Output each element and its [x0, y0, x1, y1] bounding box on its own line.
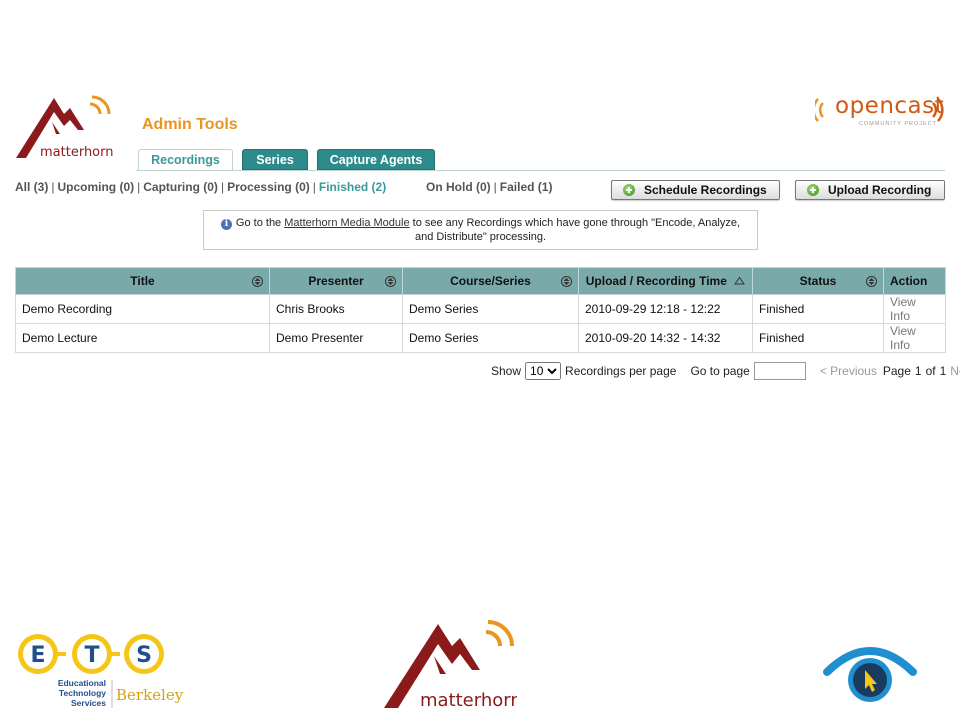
svg-text:Berkeley: Berkeley — [116, 686, 184, 704]
svg-text:S: S — [136, 643, 152, 668]
cell-presenter: Chris Brooks — [269, 294, 403, 324]
tab-capture-agents[interactable]: Capture Agents — [317, 149, 435, 170]
per-page-select[interactable]: 10 — [525, 362, 562, 380]
add-icon — [623, 184, 635, 196]
column-header-course-series[interactable]: Course/Series — [402, 267, 579, 295]
show-label: Show — [491, 364, 522, 378]
opencast-wordmark: opencast — [835, 93, 945, 119]
cell-presenter: Demo Presenter — [269, 323, 403, 353]
page-title: Admin Tools — [142, 116, 238, 133]
upload-recording-button[interactable]: Upload Recording — [795, 180, 945, 200]
sort-icon — [561, 276, 572, 287]
matterhorn-large-text: matterhorn — [420, 690, 517, 711]
cell-status: Finished — [752, 323, 884, 353]
column-header-title[interactable]: Title — [15, 267, 270, 295]
filter-processing[interactable]: Processing (0) — [227, 180, 310, 194]
sort-icon — [385, 276, 396, 287]
upload-recording-label: Upload Recording — [828, 183, 932, 197]
sort-ascending-icon — [734, 276, 746, 285]
info-icon: i — [220, 219, 232, 230]
matterhorn-logo: matterhorn — [16, 95, 114, 160]
filter-finished[interactable]: Finished (2) — [319, 180, 386, 194]
page-word: Page — [882, 364, 911, 378]
goto-page-label: Go to page — [690, 364, 750, 378]
cell-title: Demo Lecture — [15, 323, 270, 353]
status-filter-bar-secondary: On Hold (0) | Failed (1) — [426, 180, 553, 194]
svg-text:E: E — [30, 643, 45, 668]
filter-upcoming[interactable]: Upcoming (0) — [57, 180, 134, 194]
view-info-link[interactable]: View Info — [883, 294, 946, 324]
cell-status: Finished — [752, 294, 884, 324]
media-module-link[interactable]: Matterhorn Media Module — [284, 217, 409, 229]
of-word: of — [925, 364, 936, 378]
opencast-subtitle: COMMUNITY PROJECT — [859, 121, 938, 127]
filter-all[interactable]: All (3) — [15, 180, 48, 194]
current-page: 1 — [914, 364, 922, 378]
ets-berkeley-logo: E T S Educational Technology Services Be… — [14, 630, 189, 712]
table-row[interactable]: Demo Recording Chris Brooks Demo Series … — [15, 294, 946, 324]
table-header-row: Title Presenter Course/Series Upload / R… — [15, 267, 946, 295]
sort-icon — [866, 276, 877, 287]
total-pages: 1 — [939, 364, 947, 378]
info-message: i Go to the Matterhorn Media Module to se… — [203, 210, 758, 250]
next-page-link[interactable]: Next > — [950, 364, 960, 378]
column-header-presenter[interactable]: Presenter — [269, 267, 403, 295]
tab-recordings[interactable]: Recordings — [138, 149, 233, 171]
view-info-link[interactable]: View Info — [883, 323, 946, 353]
schedule-recordings-label: Schedule Recordings — [644, 183, 767, 197]
tab-underline — [136, 170, 945, 171]
cell-recording-time: 2010-09-29 12:18 - 12:22 — [578, 294, 753, 324]
goto-page-input[interactable] — [753, 362, 806, 380]
schedule-recordings-button[interactable]: Schedule Recordings — [611, 180, 780, 200]
recordings-table: Title Presenter Course/Series Upload / R… — [15, 267, 946, 353]
filter-failed[interactable]: Failed (1) — [500, 180, 553, 194]
status-filter-bar: All (3) | Upcoming (0) | Capturing (0) | Proce… — [15, 180, 387, 194]
cell-recording-time: 2010-09-20 14:32 - 14:32 — [578, 323, 753, 353]
matterhorn-logo-text: matterhorn — [40, 145, 114, 160]
svg-text:Educational: Educational — [58, 678, 106, 688]
filter-on-hold[interactable]: On Hold (0) — [426, 180, 491, 194]
cell-title: Demo Recording — [15, 294, 270, 324]
per-page-label: Recordings per page — [565, 364, 677, 378]
matterhorn-logo-large: matterhorn — [384, 620, 517, 711]
column-header-action: Action — [883, 267, 946, 295]
column-header-status[interactable]: Status — [752, 267, 884, 295]
tab-series[interactable]: Series — [242, 149, 308, 170]
sort-icon — [252, 276, 263, 287]
cursor-eye-logo — [823, 647, 917, 702]
filter-capturing[interactable]: Capturing (0) — [143, 180, 218, 194]
svg-text:T: T — [84, 643, 99, 668]
table-row[interactable]: Demo Lecture Demo Presenter Demo Series … — [15, 323, 946, 353]
opencast-logo: opencast COMMUNITY PROJECT — [812, 93, 947, 129]
svg-text:Services: Services — [71, 698, 106, 708]
info-suffix: to see any Recordings which have gone th… — [412, 217, 741, 243]
svg-text:Technology: Technology — [59, 688, 106, 698]
add-icon — [807, 184, 819, 196]
cell-course-series: Demo Series — [402, 323, 579, 353]
pagination-bar: Show 10 Recordings per page Go to page <… — [491, 362, 960, 380]
info-prefix: Go to the — [235, 217, 282, 229]
column-header-upload-time[interactable]: Upload / Recording Time — [578, 267, 753, 295]
cell-course-series: Demo Series — [402, 294, 579, 324]
previous-page-link[interactable]: < Previous — [820, 364, 877, 378]
